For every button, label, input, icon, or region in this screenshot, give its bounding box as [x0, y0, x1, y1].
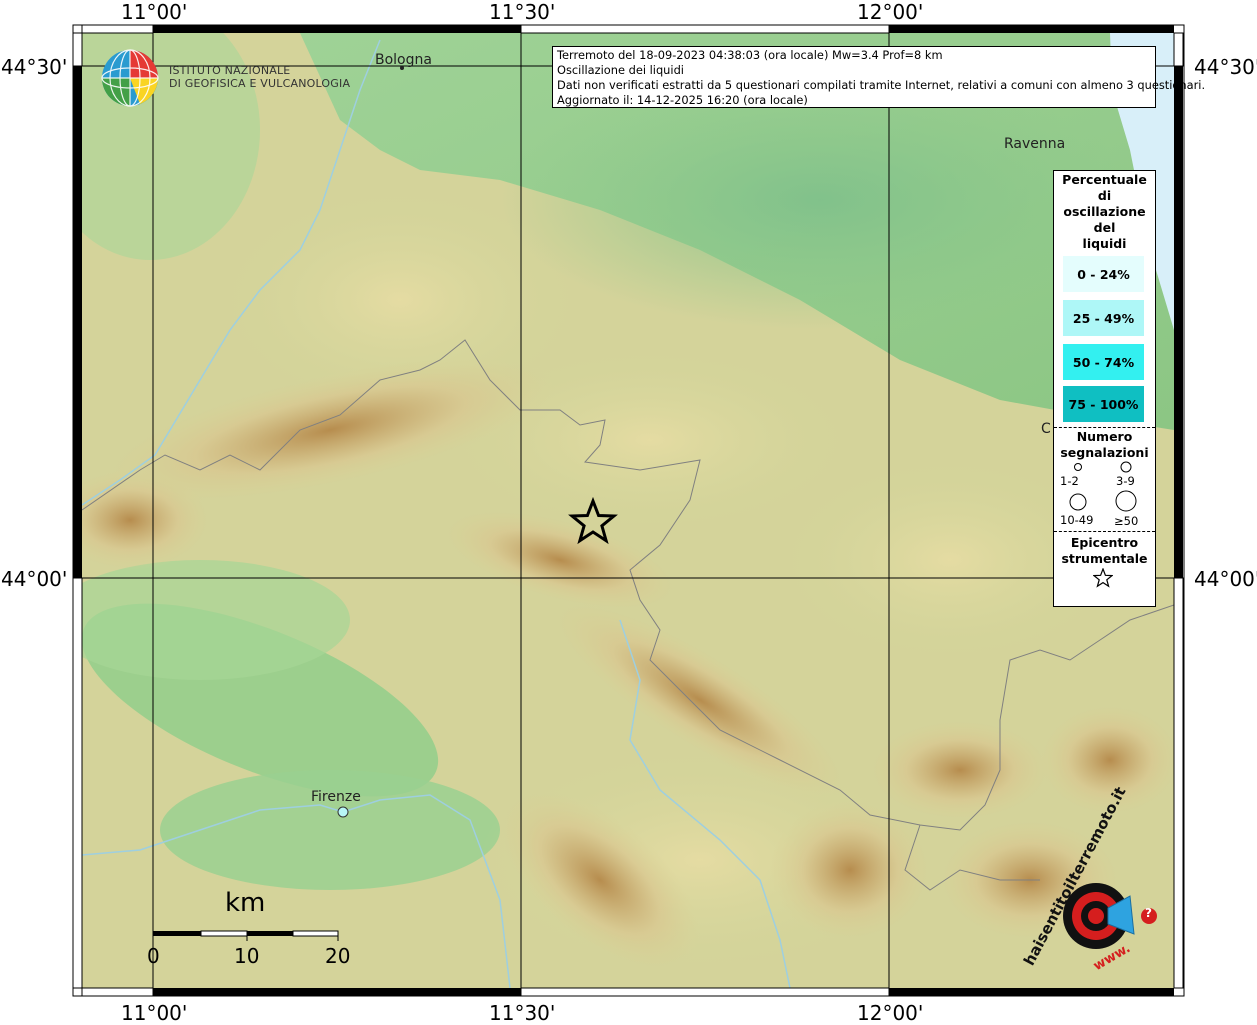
- legend-epicenter-line2: strumentale: [1061, 551, 1148, 566]
- legend-panel: Percentuale di oscillazione del liquidi …: [1053, 170, 1156, 607]
- scale-unit: km: [225, 888, 266, 918]
- institute-line1: ISTITUTO NAZIONALE: [169, 64, 291, 77]
- left-lat-label-2: 44°00': [1, 567, 68, 591]
- event-info-line4: Aggiornato il: 14-12-2025 16:20 (ora loc…: [557, 93, 808, 107]
- legend-title-line3: oscillazione: [1063, 204, 1146, 219]
- event-info-line3: Dati non verificati estratti da 5 questi…: [557, 78, 1206, 92]
- count-label-3: 10-49: [1060, 513, 1094, 527]
- city-label-c: C: [1041, 421, 1051, 437]
- left-lat-label-1: 44°30': [1, 55, 68, 79]
- scale-tick-20: 20: [325, 944, 351, 968]
- count-label-4: ≥50: [1114, 514, 1139, 528]
- ingv-logo-icon: [101, 49, 159, 107]
- legend-title-line4: del: [1093, 220, 1116, 235]
- top-lon-label-3: 12°00': [857, 0, 924, 24]
- event-info-line2: Oscillazione dei liquidi: [557, 63, 684, 77]
- city-label-ravenna: Ravenna: [1004, 136, 1066, 152]
- legend-class-1: 25 - 49%: [1063, 300, 1144, 336]
- legend-title: Percentuale di oscillazione del liquidi: [1054, 172, 1155, 252]
- legend-divider-1: [1054, 427, 1155, 428]
- watermark-question: ?: [1145, 906, 1152, 920]
- legend-epicenter-title: Epicentro strumentale: [1054, 535, 1155, 567]
- legend-title-line5: liquidi: [1082, 236, 1127, 251]
- count-circle-large-icon: [1069, 493, 1087, 511]
- firenze-marker: [337, 806, 349, 818]
- bottom-lon-label-1: 11°00': [121, 1001, 188, 1025]
- bottom-lon-label-2: 11°30': [489, 1001, 556, 1025]
- legend-epicenter-line1: Epicentro: [1070, 535, 1139, 550]
- count-label-2: 3-9: [1116, 474, 1135, 488]
- count-label-1: 1-2: [1060, 474, 1079, 488]
- top-lon-label-2: 11°30': [489, 0, 556, 24]
- right-lat-label-2: 44°00': [1194, 567, 1257, 591]
- legend-title-line1: Percentuale: [1062, 172, 1147, 187]
- scale-tick-10: 10: [234, 944, 260, 968]
- legend-title-line2: di: [1097, 188, 1112, 203]
- right-lat-label-1: 44°30': [1194, 55, 1257, 79]
- count-circle-medium-icon: [1120, 461, 1132, 473]
- legend-class-0: 0 - 24%: [1063, 256, 1144, 292]
- legend-class-3: 75 - 100%: [1063, 386, 1144, 422]
- legend-divider-2: [1054, 531, 1155, 532]
- legend-count-title-line1: Numero: [1076, 429, 1133, 444]
- legend-count-title: Numero segnalazioni: [1054, 429, 1155, 461]
- count-circle-small-icon: [1074, 463, 1082, 471]
- legend-count-symbols: [1069, 461, 1137, 512]
- event-info-box: Terremoto del 18-09-2023 04:38:03 (ora l…: [552, 46, 1206, 108]
- city-label-bologna: Bologna: [375, 52, 432, 68]
- institute-name: ISTITUTO NAZIONALE DI GEOFISICA E VULCAN…: [169, 64, 350, 90]
- institute-line2: DI GEOFISICA E VULCANOLOGIA: [169, 77, 351, 90]
- top-lon-label-1: 11°00': [121, 0, 188, 24]
- city-label-firenze: Firenze: [311, 789, 361, 805]
- bottom-lon-label-3: 12°00': [857, 1001, 924, 1025]
- scale-tick-0: 0: [147, 944, 160, 968]
- count-circle-xlarge-icon: [1115, 490, 1137, 512]
- legend-star-icon: [1093, 568, 1113, 588]
- legend-class-2: 50 - 74%: [1063, 344, 1144, 380]
- event-info-line1: Terremoto del 18-09-2023 04:38:03 (ora l…: [557, 48, 943, 62]
